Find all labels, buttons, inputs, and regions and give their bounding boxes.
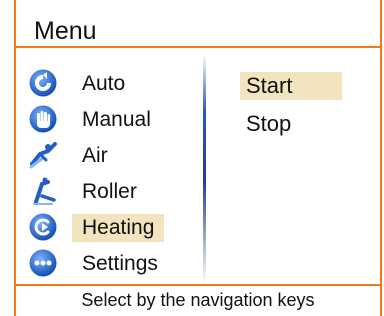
menu-item-heating[interactable]: Heating bbox=[16, 208, 196, 244]
navigation-hint: Select by the navigation keys bbox=[81, 290, 315, 310]
menu-item-label: Manual bbox=[82, 108, 151, 131]
menu-item-label: Settings bbox=[82, 252, 158, 275]
menu-item-manual[interactable]: Manual bbox=[16, 100, 196, 136]
heating-icon bbox=[28, 212, 58, 242]
footer-divider bbox=[14, 284, 382, 286]
roller-icon bbox=[28, 176, 58, 206]
hand-icon bbox=[28, 104, 58, 134]
option-stop[interactable]: Stop bbox=[240, 110, 342, 138]
menu-item-label: Roller bbox=[82, 180, 137, 203]
menu-screen: Menu Auto Manual Air Roller Heating Sett… bbox=[0, 0, 384, 316]
menu-item-label: Air bbox=[82, 144, 108, 167]
option-start[interactable]: Start bbox=[240, 72, 342, 100]
column-divider bbox=[203, 54, 206, 284]
menu-item-label: Heating bbox=[72, 214, 165, 242]
header: Menu bbox=[16, 0, 380, 46]
menu-item-roller[interactable]: Roller bbox=[16, 172, 196, 208]
air-massage-icon bbox=[28, 140, 58, 170]
menu-item-air[interactable]: Air bbox=[16, 136, 196, 172]
header-divider bbox=[14, 46, 382, 48]
auto-icon bbox=[28, 68, 58, 98]
menu-item-settings[interactable]: Settings bbox=[16, 244, 196, 280]
settings-icon bbox=[28, 248, 58, 278]
menu-item-label: Auto bbox=[82, 72, 126, 95]
page-title: Menu bbox=[34, 17, 97, 45]
menu-item-auto[interactable]: Auto bbox=[16, 64, 196, 100]
